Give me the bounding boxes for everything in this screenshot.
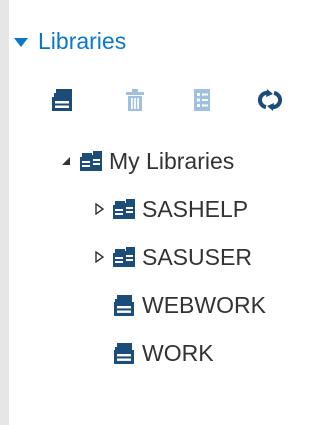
libraries-group-icon (112, 197, 136, 221)
library-add-icon (52, 89, 72, 111)
properties-button[interactable] (187, 85, 217, 115)
new-library-button[interactable] (48, 85, 78, 115)
panel-left-border (0, 0, 9, 425)
tree-node-label: SASUSER (142, 243, 252, 270)
tree-node-sasuser[interactable]: SASUSER (92, 240, 252, 274)
tree-node-label: WORK (142, 339, 214, 366)
tree-node-sashelp[interactable]: SASHELP (92, 192, 248, 226)
delete-button[interactable] (120, 85, 150, 115)
refresh-icon (257, 89, 283, 111)
libraries-group-icon (79, 149, 103, 173)
libraries-group-icon (112, 245, 136, 269)
collapsed-triangle-icon[interactable] (92, 202, 106, 216)
tree-node-webwork[interactable]: WEBWORK (92, 288, 266, 322)
tree-node-label: SASHELP (142, 195, 249, 222)
tree-node-my-libraries[interactable]: My Libraries (59, 144, 234, 178)
collapsed-triangle-icon[interactable] (92, 250, 106, 264)
libraries-section-header[interactable]: Libraries (14, 24, 126, 58)
tree-node-label: WEBWORK (142, 291, 266, 318)
tree-node-label: My Libraries (109, 147, 235, 174)
refresh-button[interactable] (255, 85, 285, 115)
caret-down-icon (14, 37, 28, 47)
expanded-triangle-icon[interactable] (59, 154, 73, 168)
library-icon (112, 341, 136, 365)
libraries-panel: Libraries My Libraries SASHELP SASUSER W… (9, 0, 311, 425)
trash-icon (126, 89, 144, 111)
section-title: Libraries (38, 27, 127, 54)
library-icon (112, 293, 136, 317)
properties-icon (194, 89, 210, 111)
tree-node-work[interactable]: WORK (92, 336, 214, 370)
